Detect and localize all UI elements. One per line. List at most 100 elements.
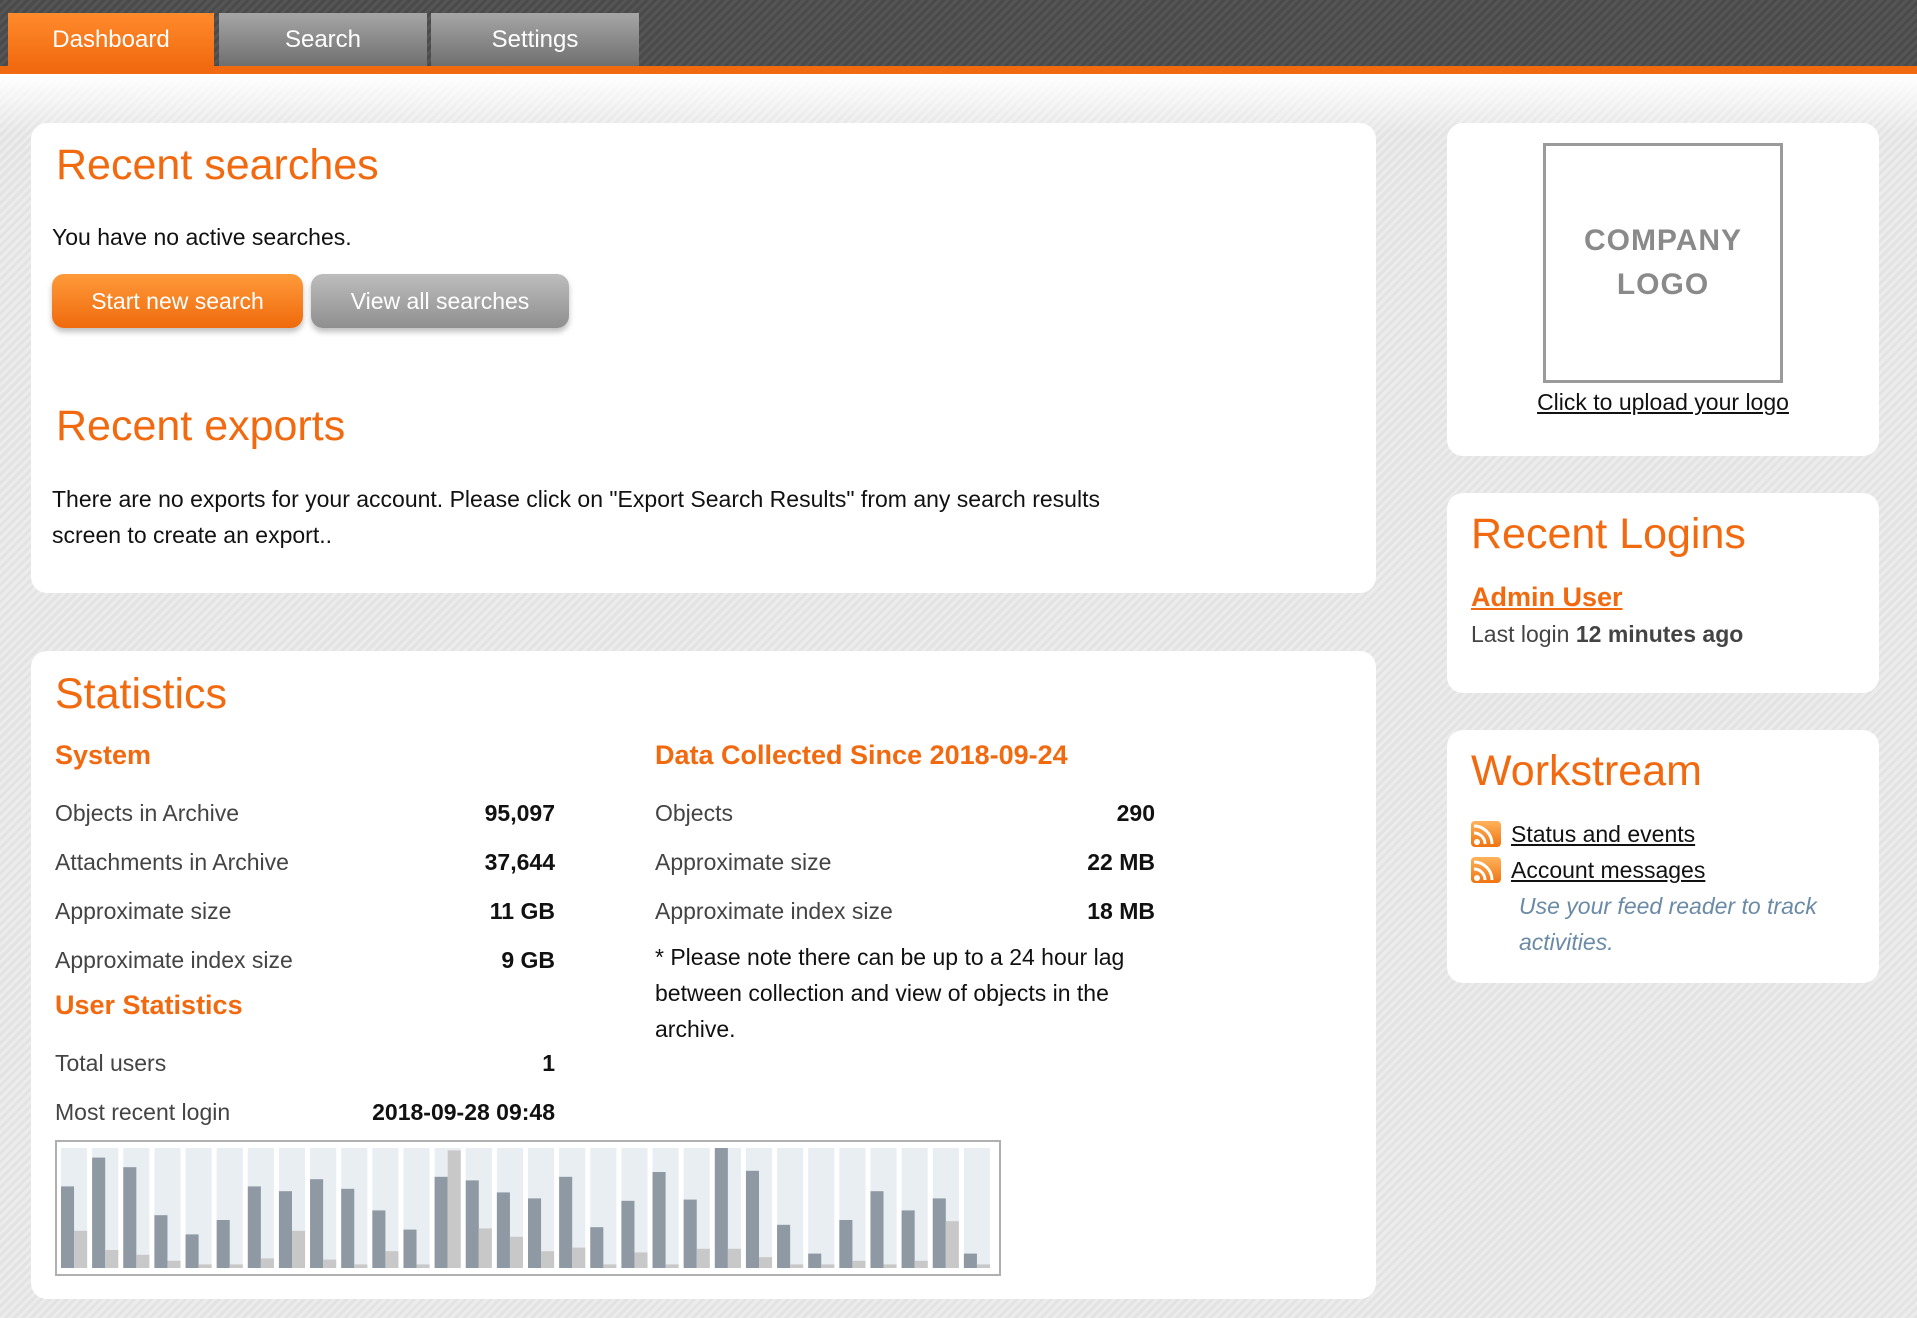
chart-bar xyxy=(870,1191,884,1268)
chart-bar xyxy=(167,1260,181,1268)
stat-label: Objects in Archive xyxy=(55,800,240,826)
chart-bar xyxy=(621,1200,635,1268)
chart-bar xyxy=(590,1227,604,1268)
chart-bar xyxy=(229,1264,243,1268)
tab-settings[interactable]: Settings xyxy=(431,13,639,66)
chart-bar xyxy=(310,1179,324,1268)
rss-feed-icon xyxy=(1471,857,1501,883)
chart-bar xyxy=(652,1172,666,1268)
chart-bar xyxy=(74,1230,88,1268)
chart-bar xyxy=(278,1191,292,1268)
chart-bar xyxy=(634,1252,648,1268)
chart-bar xyxy=(105,1250,119,1268)
chart-bar xyxy=(496,1192,510,1268)
chart-bar xyxy=(198,1264,212,1268)
stat-value: 2018-09-28 09:48 xyxy=(372,1099,555,1125)
last-login-info: Last login 12 minutes ago xyxy=(1471,621,1743,648)
chart-bar xyxy=(808,1253,822,1268)
chart-bar xyxy=(341,1188,355,1268)
chart-bar xyxy=(714,1148,728,1268)
last-login-value: 12 minutes ago xyxy=(1575,621,1744,647)
no-exports-text-line1: There are no exports for your account. P… xyxy=(52,486,1100,512)
chart-bar xyxy=(292,1230,306,1268)
statistics-title: Statistics xyxy=(55,670,228,718)
stat-label: Approximate index size xyxy=(55,947,293,973)
chart-bar xyxy=(528,1198,542,1268)
recent-searches-title: Recent searches xyxy=(56,141,379,189)
recent-logins-title: Recent Logins xyxy=(1471,510,1746,558)
chart-bar xyxy=(759,1257,773,1268)
chart-bar xyxy=(559,1176,573,1268)
account-messages-link[interactable]: Account messages xyxy=(1511,857,1705,883)
chart-bar xyxy=(403,1229,417,1268)
chart-bar xyxy=(434,1176,448,1268)
view-all-searches-button[interactable]: View all searches xyxy=(311,274,569,328)
chart-bar xyxy=(945,1221,959,1268)
upload-logo-link[interactable]: Click to upload your logo xyxy=(1537,389,1789,415)
chart-bar xyxy=(92,1157,106,1268)
chart-bar xyxy=(123,1167,137,1268)
last-login-prefix: Last login xyxy=(1471,621,1570,647)
chart-bar xyxy=(852,1260,866,1268)
user-statistics-heading: User Statistics xyxy=(55,990,243,1020)
recent-exports-title: Recent exports xyxy=(56,402,346,450)
stat-value: 11 GB xyxy=(489,898,555,924)
upload-logo-container: Click to upload your logo xyxy=(1447,389,1879,416)
stat-label: Approximate size xyxy=(55,898,232,924)
stat-value: 290 xyxy=(1116,800,1155,826)
stat-value: 18 MB xyxy=(1087,898,1155,924)
chart-bar xyxy=(883,1264,897,1268)
no-searches-text: You have no active searches. xyxy=(52,224,352,250)
chart-bar xyxy=(260,1258,274,1268)
chart-bar xyxy=(745,1170,759,1268)
top-nav-bar: Dashboard Search Settings xyxy=(0,0,1917,74)
workstream-title: Workstream xyxy=(1471,747,1702,795)
stat-value: 37,644 xyxy=(484,849,555,875)
chart-bar xyxy=(385,1251,399,1268)
stat-value: 1 xyxy=(542,1050,555,1076)
admin-user-link[interactable]: Admin User xyxy=(1471,582,1623,613)
company-logo-placeholder[interactable]: COMPANY LOGO xyxy=(1543,143,1783,383)
status-events-link-wrap: Status and events xyxy=(1511,821,1695,848)
stat-value: 95,097 xyxy=(484,800,555,826)
stat-label: Most recent login xyxy=(55,1099,231,1125)
tab-dashboard[interactable]: Dashboard xyxy=(8,13,214,66)
chart-track xyxy=(808,1148,835,1268)
chart-bar xyxy=(932,1198,946,1268)
chart-bar xyxy=(154,1215,168,1268)
chart-bar xyxy=(572,1247,586,1268)
stat-label: Attachments in Archive xyxy=(55,849,289,875)
status-events-link[interactable]: Status and events xyxy=(1511,821,1695,847)
tab-search[interactable]: Search xyxy=(219,13,427,66)
chart-bar xyxy=(247,1186,261,1268)
chart-bar xyxy=(727,1248,741,1268)
chart-bar xyxy=(465,1180,479,1268)
data-collected-heading: Data Collected Since 2018-09-24 xyxy=(655,740,1068,770)
chart-bar xyxy=(839,1220,853,1268)
nav-accent-line xyxy=(0,66,1917,74)
stat-value: 9 GB xyxy=(501,947,555,973)
logo-text-line1: COMPANY xyxy=(1583,224,1743,257)
chart-bar xyxy=(901,1210,915,1268)
chart-bar xyxy=(963,1253,977,1268)
start-new-search-button[interactable]: Start new search xyxy=(52,274,303,328)
stat-label: Total users xyxy=(55,1050,167,1076)
stat-label: Objects xyxy=(655,800,733,826)
stat-label: Approximate index size xyxy=(655,898,893,924)
chart-bar xyxy=(683,1199,697,1268)
chart-bar xyxy=(185,1234,199,1268)
chart-bar xyxy=(61,1186,75,1268)
chart-bar xyxy=(416,1264,430,1268)
chart-bar xyxy=(777,1224,791,1268)
chart-bar xyxy=(790,1264,804,1268)
chart-bar xyxy=(821,1264,835,1268)
no-exports-text-line2: screen to create an export.. xyxy=(52,522,332,548)
chart-track xyxy=(963,1148,990,1268)
chart-bar xyxy=(478,1228,492,1268)
chart-bar xyxy=(914,1260,928,1268)
stat-value: 22 MB xyxy=(1087,849,1155,875)
chart-bar xyxy=(323,1259,337,1268)
chart-bar xyxy=(447,1150,461,1268)
chart-bar xyxy=(976,1264,990,1268)
chart-bar xyxy=(696,1248,710,1268)
